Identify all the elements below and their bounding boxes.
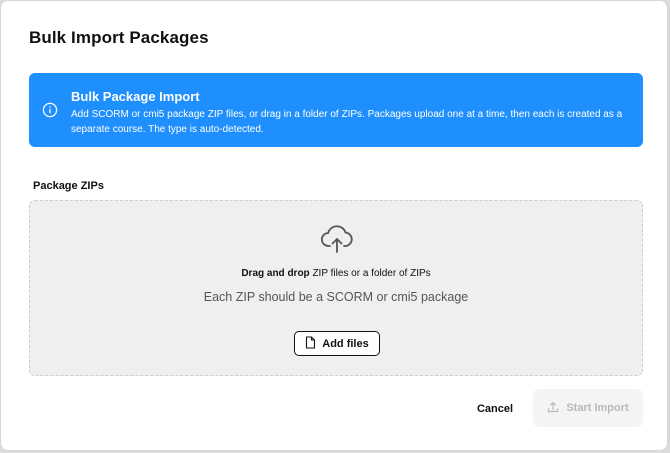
dropzone-instruction-bold: Drag and drop	[241, 268, 310, 279]
file-icon	[305, 335, 316, 352]
add-files-button[interactable]: Add files	[294, 331, 380, 356]
dropzone-instruction-rest: ZIP files or a folder of ZIPs	[309, 268, 431, 279]
package-zips-label: Package ZIPs	[33, 180, 104, 192]
cloud-upload-icon	[319, 221, 355, 257]
info-banner: Bulk Package Import Add SCORM or cmi5 pa…	[29, 73, 643, 147]
banner-title: Bulk Package Import	[71, 89, 200, 104]
file-dropzone[interactable]: Drag and drop ZIP files or a folder of Z…	[29, 200, 643, 376]
cancel-button[interactable]: Cancel	[467, 400, 523, 418]
bulk-import-dialog: Bulk Import Packages Bulk Package Import…	[0, 0, 668, 451]
banner-text: Add SCORM or cmi5 package ZIP files, or …	[71, 109, 623, 135]
upload-icon	[547, 401, 559, 416]
add-files-label: Add files	[322, 337, 369, 350]
info-icon	[42, 102, 58, 118]
dropzone-instruction: Drag and drop ZIP files or a folder of Z…	[30, 268, 642, 279]
dropzone-hint: Each ZIP should be a SCORM or cmi5 packa…	[203, 290, 469, 304]
dialog-title: Bulk Import Packages	[29, 28, 209, 47]
start-import-label: Start Import	[566, 402, 629, 414]
start-import-button[interactable]: Start Import	[533, 389, 643, 427]
